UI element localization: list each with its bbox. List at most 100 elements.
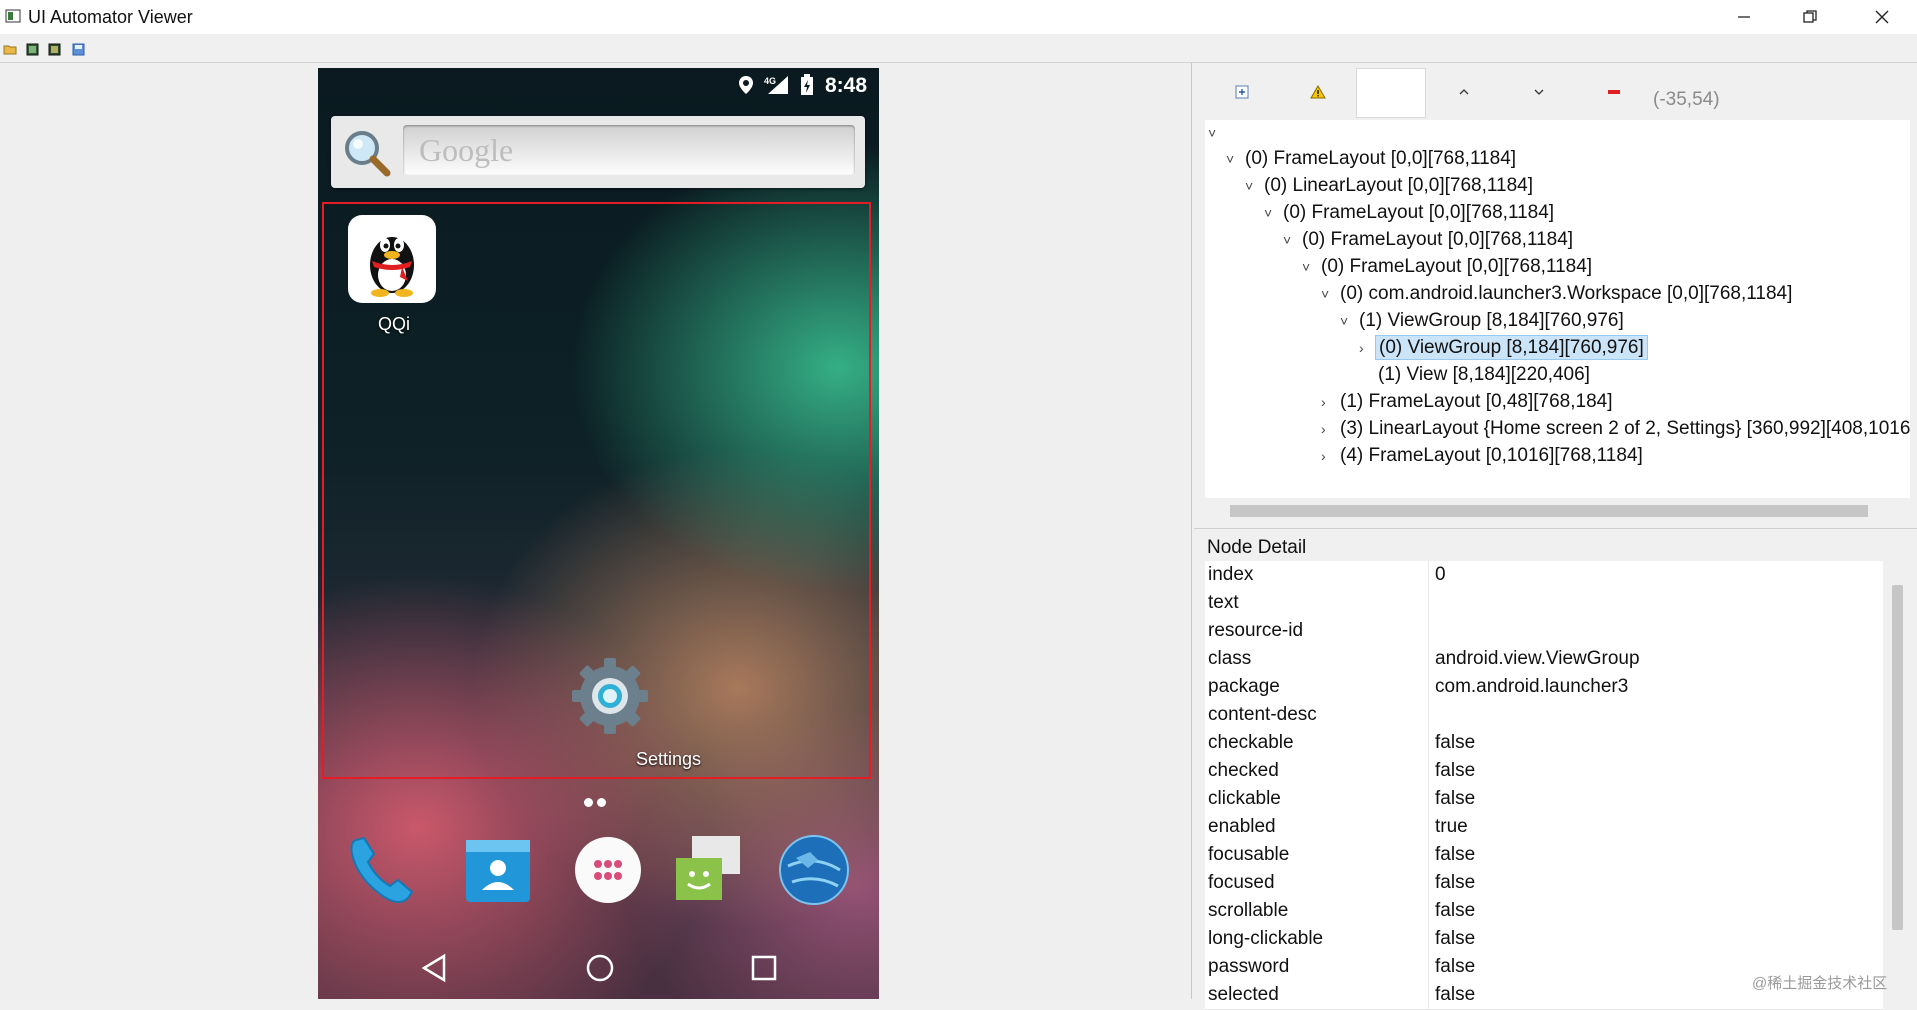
column-divider [1428,785,1429,813]
back-icon[interactable] [414,948,454,988]
tree-node-selected[interactable]: › (0) ViewGroup [8,184][760,976] [1359,335,1648,361]
chevron-right-icon[interactable]: › [1359,335,1375,361]
watermark: @稀土掘金技术社区 [1752,975,1888,992]
chevron-right-icon[interactable]: › [1321,416,1337,442]
detail-value: android.view.ViewGroup [1435,648,1640,669]
device-screen[interactable]: 4G 8:48 Google QQi Settings [318,68,879,999]
detail-row[interactable]: enabled true [1205,813,1883,842]
close-button[interactable] [1854,0,1910,34]
detail-row[interactable]: index 0 [1205,561,1883,590]
chevron-down-icon[interactable]: ˅ [1264,200,1280,226]
blank-toggle-button[interactable] [1356,68,1426,118]
minimize-button[interactable] [1716,0,1772,34]
detail-value: 0 [1435,564,1446,585]
chevron-down-icon[interactable]: ˅ [1245,173,1261,199]
chevron-down-icon[interactable]: ˅ [1302,254,1318,280]
remove-button[interactable] [1602,68,1626,116]
detail-row[interactable]: text [1205,589,1883,618]
detail-row[interactable]: clickable false [1205,785,1883,814]
tree-node[interactable]: › (4) FrameLayout [0,1016][768,1184] [1321,443,1646,469]
google-search-widget[interactable]: Google [331,116,865,188]
detail-value: false [1435,760,1476,781]
panel-splitter[interactable] [1194,528,1917,535]
tree-node-label: (0) FrameLayout [0,0][768,1184] [1302,229,1574,250]
detail-row[interactable]: scrollable false [1205,897,1883,926]
detail-row[interactable]: checkable false [1205,729,1883,758]
column-divider [1428,953,1429,981]
browser-globe-icon[interactable] [774,830,854,910]
detail-row[interactable]: content-desc [1205,701,1883,730]
detail-row[interactable]: resource-id [1205,617,1883,646]
chevron-right-icon[interactable]: › [1321,443,1337,469]
tree-node[interactable]: ˅ (0) FrameLayout [0,0][768,1184] [1226,146,1519,172]
chevron-down-icon[interactable]: ˅ [1208,120,1224,146]
detail-key: long-clickable [1208,928,1324,949]
chevron-down-icon[interactable]: ˅ [1321,281,1337,307]
signal-icon: 4G [764,76,788,94]
tree-node[interactable]: ˅ (0) LinearLayout [0,0][768,1184] [1245,173,1536,199]
settings-gear-icon[interactable] [570,656,650,736]
tree-node-label: (0) FrameLayout [0,0][768,1184] [1283,202,1555,223]
column-divider [1428,813,1429,841]
column-divider [1428,981,1429,1009]
open-folder-icon[interactable] [3,42,18,57]
status-bar: 4G 8:48 [318,68,879,102]
title-bar: UI Automator Viewer [0,0,1917,34]
warning-button[interactable] [1306,68,1330,116]
detail-key: text [1208,592,1239,613]
detail-row[interactable]: package com.android.launcher3 [1205,673,1883,702]
detail-key: class [1208,648,1252,669]
tree-node[interactable]: › (1) FrameLayout [0,48][768,184] [1321,389,1616,415]
save-icon[interactable] [71,42,86,57]
home-icon[interactable] [580,948,620,988]
tree-node[interactable]: ˅ (0) FrameLayout [0,0][768,1184] [1283,227,1576,253]
device-screenshot-icon[interactable] [25,42,40,57]
expand-all-button[interactable] [1230,68,1254,116]
settings-app-label: Settings [636,749,702,769]
detail-value: false [1435,984,1476,1005]
detail-vertical-scrollbar[interactable] [1892,585,1903,930]
status-clock: 8:48 [824,74,867,97]
chevron-up-icon [1459,89,1469,95]
tree-root-row[interactable]: ˅ [1208,120,1224,146]
tree-node-label: (0) ViewGroup [8,184][760,976] [1375,335,1648,360]
tree-node[interactable]: › (3) LinearLayout {Home screen 2 of 2, S… [1321,416,1910,442]
detail-key: focusable [1208,844,1290,865]
detail-key: checkable [1208,732,1294,753]
tree-node[interactable]: ˅ (0) FrameLayout [0,0][768,1184] [1302,254,1595,280]
tree-node[interactable]: (1) View [8,184][220,406] [1359,362,1593,388]
restore-icon [1803,10,1817,23]
chevron-down-icon[interactable]: ˅ [1283,227,1299,253]
detail-row[interactable]: checked false [1205,757,1883,786]
detail-row[interactable]: focused false [1205,869,1883,898]
tree-node[interactable]: ˅ (0) com.android.launcher3.Workspace [0,… [1321,281,1795,307]
tree-horizontal-scrollbar[interactable] [1230,505,1868,517]
column-divider [1428,589,1429,617]
tree-node[interactable]: ˅ (0) FrameLayout [0,0][768,1184] [1264,200,1557,226]
hierarchy-tree[interactable]: ˅ ˅ (0) FrameLayout [0,0][768,1184] ˅ (0) … [1205,120,1910,498]
chevron-down-icon[interactable]: ˅ [1226,146,1242,172]
recents-icon[interactable] [744,948,784,988]
detail-key: password [1208,956,1290,977]
node-detail-title: Node Detail [1207,537,1307,558]
previous-node-button[interactable] [1452,68,1476,116]
phone-icon[interactable] [342,830,422,910]
messaging-icon[interactable] [666,830,746,910]
window-title: UI Automator Viewer [28,7,193,27]
tree-node[interactable]: ˅ (1) ViewGroup [8,184][760,976] [1340,308,1627,334]
search-input[interactable]: Google [403,125,855,175]
app-drawer-icon[interactable] [568,830,648,910]
restore-button[interactable] [1782,0,1838,34]
chevron-down-icon[interactable]: ˅ [1340,308,1356,334]
column-divider [1428,729,1429,757]
next-node-button[interactable] [1527,68,1551,116]
detail-row[interactable]: focusable false [1205,841,1883,870]
contacts-icon[interactable] [458,830,538,910]
detail-key: checked [1208,760,1279,781]
qq-app-icon[interactable] [348,215,436,303]
chevron-right-icon[interactable]: › [1321,389,1337,415]
device-screenshot-compressed-icon[interactable] [47,42,62,57]
detail-row[interactable]: long-clickable false [1205,925,1883,954]
column-divider [1428,645,1429,673]
detail-row[interactable]: class android.view.ViewGroup [1205,645,1883,674]
